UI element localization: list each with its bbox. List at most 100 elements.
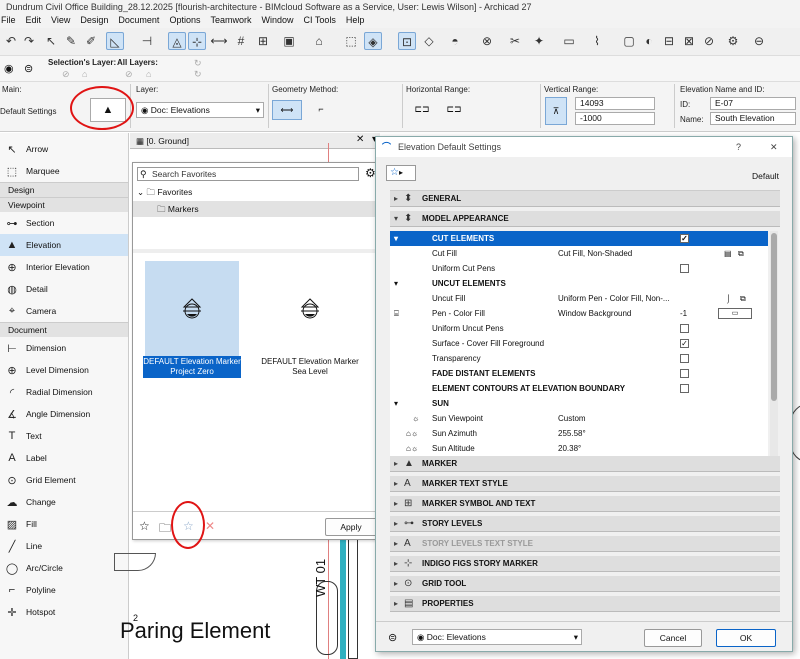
settings-icon[interactable]: ⚙ — [724, 32, 742, 50]
delete-icon[interactable]: ✕ — [205, 519, 215, 533]
vertical-range-icon[interactable]: ⊼ — [545, 97, 567, 125]
menu-design[interactable]: Design — [80, 15, 108, 28]
layer-combination-icon[interactable]: ▣ — [280, 32, 298, 50]
menu-edit[interactable]: Edit — [26, 15, 42, 28]
close-dialog-button[interactable]: ✕ — [770, 137, 778, 157]
row-uniform-cut-pens[interactable]: Uniform Cut Pens — [390, 261, 768, 276]
stair-icon[interactable]: ⌇ — [588, 32, 606, 50]
trace-icon[interactable]: ◈ — [364, 32, 382, 50]
gravity-icon[interactable]: ◺ — [106, 32, 124, 50]
cancel-button[interactable]: Cancel — [644, 629, 702, 647]
row-uncut-fill[interactable]: Uncut Fill Uniform Pen - Color Fill, Non-… — [390, 291, 768, 306]
dialog-layer-select[interactable]: ◉ Doc: Elevations ▾ — [412, 629, 582, 645]
menu-document[interactable]: Document — [118, 15, 159, 28]
tool-elevation[interactable]: ▲ Elevation — [0, 234, 128, 256]
tool-marquee[interactable]: ⬚ Marquee — [0, 160, 128, 182]
copy-icon[interactable]: ⧉ — [738, 246, 744, 261]
section-view-icon[interactable]: ◐ — [640, 32, 658, 50]
row-sun[interactable]: ▾ SUN — [390, 396, 768, 411]
section-marker-text-style[interactable]: ▸ A MARKER TEXT STYLE — [390, 476, 780, 492]
menu-file[interactable]: File — [1, 15, 16, 28]
section-general[interactable]: ▸ ⬍ GENERAL — [390, 191, 780, 207]
hide-layer-icon[interactable]: ⊘ — [62, 69, 70, 80]
row-sun-viewpoint[interactable]: ☼ Sun Viewpoint Custom — [390, 411, 768, 426]
tool-detail[interactable]: ◍ Detail — [0, 278, 128, 300]
unlock-all-icon[interactable]: ⌂ — [146, 69, 151, 79]
tool-fill[interactable]: ▨ Fill — [0, 513, 128, 535]
transparency-checkbox[interactable] — [680, 354, 689, 363]
menu-help[interactable]: Help — [346, 15, 365, 28]
row-cut-fill[interactable]: Cut Fill Cut Fill, Non-Shaded ▤ ⧉ — [390, 246, 768, 261]
fill-pattern-icon[interactable]: ▤ — [724, 246, 732, 261]
guide-lines-icon[interactable]: ⊣ — [138, 32, 156, 50]
zoom-icon[interactable]: ✂ — [506, 32, 524, 50]
row-element-contours[interactable]: ELEMENT CONTOURS AT ELEVATION BOUNDARY — [390, 381, 768, 396]
id-input[interactable]: E-07 — [710, 97, 796, 110]
cut-elements-checkbox[interactable]: ✓ — [680, 234, 689, 243]
tool-arrow[interactable]: ↖ Arrow — [0, 138, 128, 160]
tool-radial-dimension[interactable]: ◜ Radial Dimension — [0, 381, 128, 403]
close-doc-icon[interactable]: ⊖ — [750, 32, 768, 50]
tool-change[interactable]: ☁ Change — [0, 491, 128, 513]
plan-icon[interactable]: ▢ — [620, 32, 638, 50]
menu-view[interactable]: View — [51, 15, 70, 28]
name-input[interactable]: South Elevation — [710, 112, 796, 125]
row-uniform-uncut-pens[interactable]: Uniform Uncut Pens — [390, 321, 768, 336]
uniform-uncut-pens-checkbox[interactable] — [680, 324, 689, 333]
geometry-straight-button[interactable]: ⟷ — [272, 100, 302, 120]
markers-folder[interactable]: 🗀 Markers — [133, 201, 386, 217]
group-document[interactable]: Document — [0, 322, 128, 337]
window-background-swatch[interactable]: ▭ — [718, 308, 752, 319]
group-design[interactable]: Design — [0, 182, 128, 197]
menu-window[interactable]: Window — [261, 15, 293, 28]
element-info-icon[interactable]: ⊡ — [398, 32, 416, 50]
menu-ci-tools[interactable]: CI Tools — [304, 15, 336, 28]
tool-hotspot[interactable]: ✛ Hotspot — [0, 601, 128, 623]
view-icon[interactable]: ⊗ — [478, 32, 496, 50]
tool-label[interactable]: A Label — [0, 447, 128, 469]
section-indigo-figs-story-marker[interactable]: ▸ ⊹ INDIGO FIGS STORY MARKER — [390, 556, 780, 572]
tool-interior-elevation[interactable]: ⊕ Interior Elevation — [0, 256, 128, 278]
help-button[interactable]: ? — [736, 137, 741, 157]
favorite-item-project-zero-label[interactable]: DEFAULT Elevation Marker Project Zero — [143, 356, 241, 378]
grid-icon[interactable]: # — [232, 32, 250, 50]
element-contours-checkbox[interactable] — [680, 384, 689, 393]
snap-guides-icon[interactable]: ◬ — [168, 32, 186, 50]
row-fade-distant[interactable]: FADE DISTANT ELEMENTS — [390, 366, 768, 381]
favorites-star-button[interactable]: ☆▸ — [386, 165, 416, 181]
show-all-icon[interactable]: ⊘ — [125, 69, 133, 80]
render-icon[interactable]: ◓ — [446, 32, 464, 50]
layer-select[interactable]: ◉ Doc: Elevations ▾ — [136, 102, 264, 118]
tool-angle-dimension[interactable]: ∡ Angle Dimension — [0, 403, 128, 425]
tool-arc-circle[interactable]: ◯ Arc/Circle — [0, 557, 128, 579]
pen-icon[interactable]: ⌡ — [726, 291, 731, 306]
section-model-appearance[interactable]: ▾ ⬍ MODEL APPEARANCE — [390, 211, 780, 227]
favorite-item-sea-level-label[interactable]: DEFAULT Elevation Marker Sea Level — [257, 356, 363, 378]
properties-scrollbar[interactable] — [770, 231, 778, 457]
tool-level-dimension[interactable]: ⊕ Level Dimension — [0, 359, 128, 381]
publisher-icon[interactable]: ⊠ — [680, 32, 698, 50]
favorite-item-sea-level[interactable] — [261, 261, 355, 357]
row-sun-azimuth[interactable]: ⌂☼ Sun Azimuth 255.58° — [390, 426, 768, 441]
lock-icon[interactable]: ⌂ — [310, 32, 328, 50]
layer-icon[interactable]: ⊜ — [24, 62, 33, 75]
undo-icon[interactable]: ↶ — [2, 32, 20, 50]
section-marker[interactable]: ▸ ▲ MARKER — [390, 456, 780, 472]
section-grid-tool[interactable]: ▸ ⊙ GRID TOOL — [390, 576, 780, 592]
close-tab-icon[interactable]: ✕ — [356, 134, 364, 145]
section-properties[interactable]: ▸ ▤ PROPERTIES — [390, 596, 780, 612]
tool-section[interactable]: ⊶ Section — [0, 212, 128, 234]
favorite-item-project-zero[interactable] — [145, 261, 239, 357]
tool-line[interactable]: ╱ Line — [0, 535, 128, 557]
window-icon[interactable]: ▭ — [560, 32, 578, 50]
row-sun-altitude[interactable]: ⌂☼ Sun Altitude 20.38° — [390, 441, 768, 456]
eye-icon[interactable]: ◉ — [4, 62, 14, 75]
row-surface-cover-fill[interactable]: Surface - Cover Fill Foreground ✓ — [390, 336, 768, 351]
3d-icon[interactable]: ◇ — [420, 32, 438, 50]
refresh-icon[interactable]: ↻ — [194, 58, 202, 69]
group-viewpoint[interactable]: Viewpoint — [0, 197, 128, 212]
apply-button[interactable]: Apply — [325, 518, 377, 536]
ok-button[interactable]: OK — [716, 629, 776, 647]
section-story-levels-text-style[interactable]: ▸ A STORY LEVELS TEXT STYLE — [390, 536, 780, 552]
vertical-bottom-input[interactable]: -1000 — [575, 112, 655, 125]
